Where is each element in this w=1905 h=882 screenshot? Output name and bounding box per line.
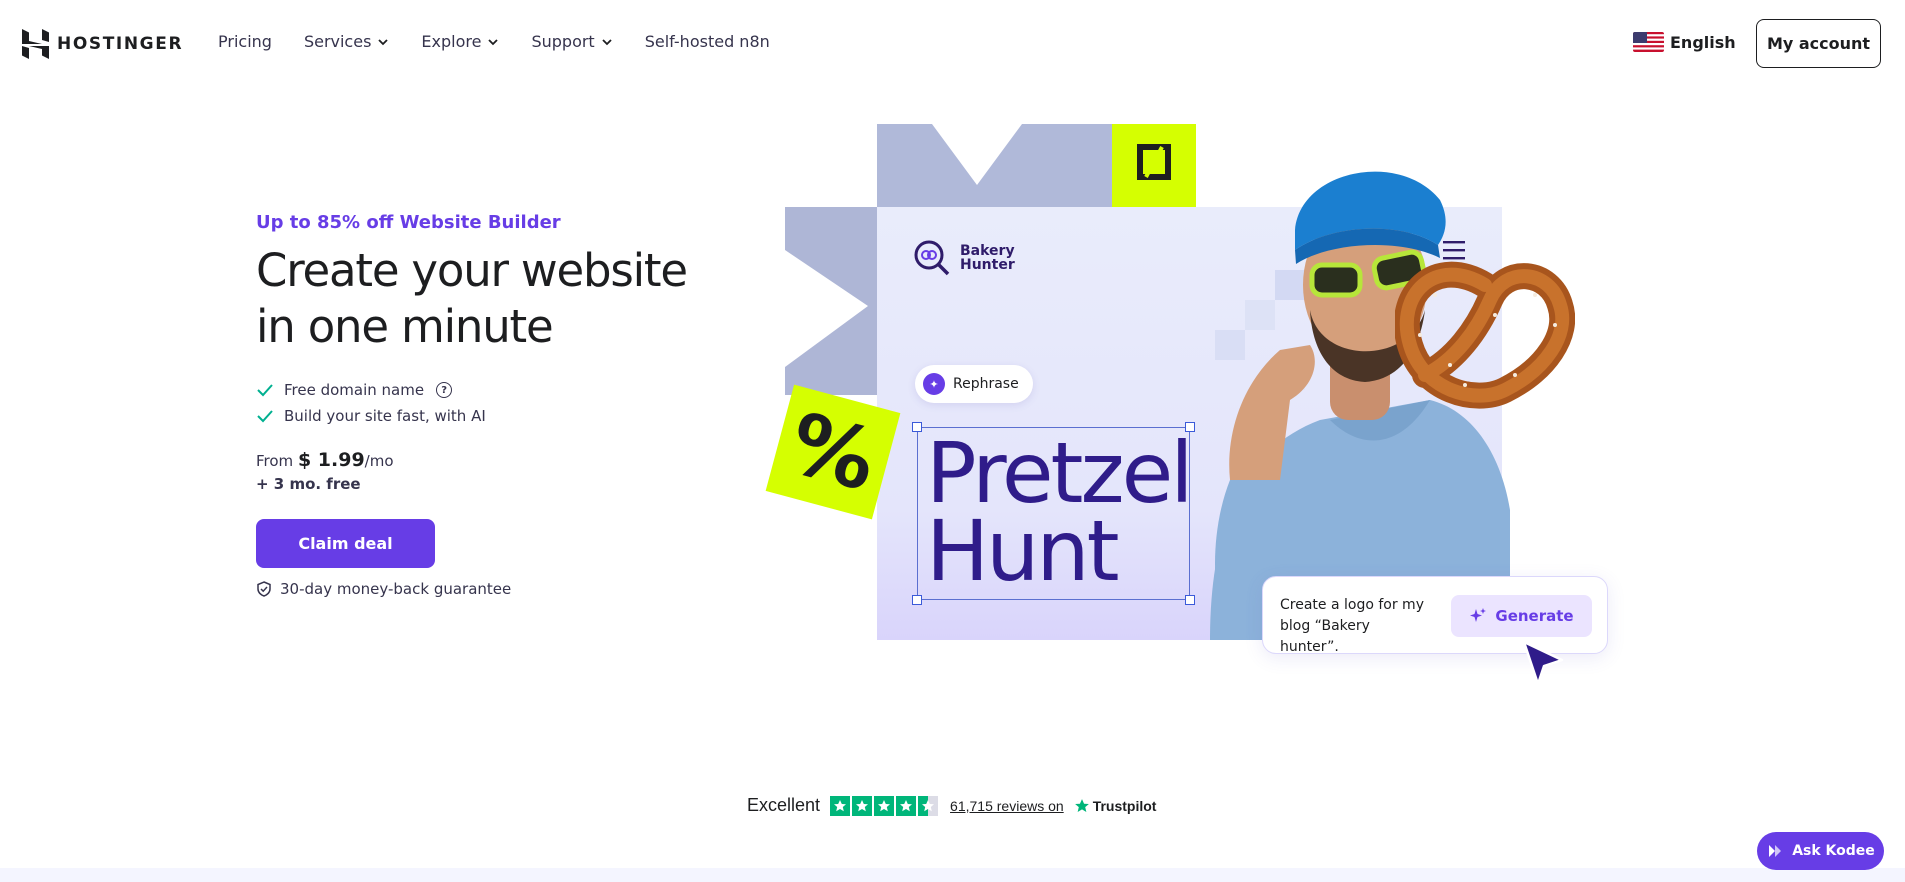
trustpilot-logo[interactable]: Trustpilot [1074,797,1157,814]
half-star-icon [918,795,939,816]
money-back-guarantee: 30-day money-back guarantee [256,580,726,598]
kodee-assistant-icon [1769,845,1782,857]
trustpilot-label: Trustpilot [1092,797,1157,814]
bakery-hunter-name: Bakery Hunter [960,244,1015,272]
language-label: English [1670,32,1736,52]
feature-item: Build your site fast, with AI [256,403,726,429]
feature-list: Free domain name ? Build your site fast,… [256,377,726,429]
price-amount: $ 1.99 [297,449,365,471]
bonus-months: + 3 mo. free [256,475,361,493]
nav-pricing-label: Pricing [218,32,272,51]
rating-label: Excellent [747,795,821,815]
main-menu: Pricing Services Explore Support Self-ho… [218,32,802,51]
generate-label: Generate [1495,607,1574,625]
nav-explore-label: Explore [421,32,482,51]
help-icon[interactable]: ? [436,382,453,398]
star-icon [830,795,851,816]
preview-title-line1: Pretzel [926,424,1194,522]
nav-support-label: Support [531,32,595,51]
price-suffix: /mo [364,452,394,470]
bakery-magnifier-icon [914,240,950,276]
page: HOSTINGER Pricing Services Explore Suppo… [0,0,1905,882]
feature-item: Free domain name ? [256,377,726,403]
check-icon [257,384,273,397]
guarantee-text: 30-day money-back guarantee [280,580,512,598]
feature-build-fast: Build your site fast, with AI [284,407,486,425]
sparkles-icon [1470,608,1487,622]
shield-check-icon [257,581,271,597]
nav-services-label: Services [303,32,372,51]
sparkle-icon: ✦ [923,373,945,395]
ask-kodee-label: Ask Kodee [1792,843,1875,859]
next-section-band [0,868,1905,882]
chevron-down-icon [602,38,612,45]
hero-content: Up to 85% off Website Builder Create you… [256,212,726,598]
brand-name: HOSTINGER [57,34,184,54]
ask-kodee-button[interactable]: Ask Kodee [1757,832,1884,870]
trustpilot-rating: Excellent 61,715 reviews on Trustpilot [747,795,1156,816]
bakery-hunter-logo: Bakery Hunter [912,238,1015,278]
reviews-link[interactable]: 61,715 reviews on [950,798,1064,814]
nav-pricing[interactable]: Pricing [218,32,272,51]
preview-title-line2: Hunt [926,502,1120,600]
brand-logo[interactable]: HOSTINGER [22,29,183,59]
feature-free-domain: Free domain name [284,381,425,399]
my-account-button[interactable]: My account [1756,19,1881,68]
claim-deal-button[interactable]: Claim deal [256,519,435,568]
nav-n8n-label: Self-hosted n8n [644,32,770,51]
nav-explore[interactable]: Explore [421,32,499,51]
star-icon [852,795,873,816]
price-prefix: From [256,452,294,470]
hero-illustration: Bakery Hunter ✦ Rephrase Pretzel Hunt % [765,120,1650,700]
nav-self-hosted-n8n[interactable]: Self-hosted n8n [645,32,770,51]
preview-title: Pretzel Hunt [926,424,1194,600]
resize-handle [912,422,922,432]
language-selector[interactable]: English [1633,32,1736,52]
nav-services[interactable]: Services [304,32,389,51]
percent-symbol: % [779,393,887,511]
top-navigation: HOSTINGER Pricing Services Explore Suppo… [0,0,1905,86]
hero-headline: Create your website in one minute [256,244,688,353]
pretzel-image [1395,261,1575,409]
price: From $ 1.99/mo [256,449,726,471]
promo-text: Up to 85% off Website Builder [256,212,561,233]
ai-prompt-text: Create a logo for my blog “Bakery hunter… [1280,597,1424,655]
site-name-line2: Hunter [960,257,1015,273]
nav-support[interactable]: Support [531,32,612,51]
resize-handle [912,595,922,605]
site-name-line1: Bakery [960,243,1015,259]
star-icon [896,795,917,816]
chevron-down-icon [378,38,389,45]
rephrase-chip: ✦ Rephrase [915,365,1033,403]
cursor-arrow-icon [1522,640,1564,686]
chevron-down-icon [488,38,499,45]
trustpilot-star-icon [1074,798,1089,812]
check-icon [257,410,273,423]
us-flag-icon [1633,32,1664,52]
generate-button: Generate [1451,595,1592,637]
star-rating [830,795,939,816]
rephrase-label: Rephrase [953,376,1019,392]
star-icon [874,795,895,816]
hostinger-logo-icon [22,29,49,59]
